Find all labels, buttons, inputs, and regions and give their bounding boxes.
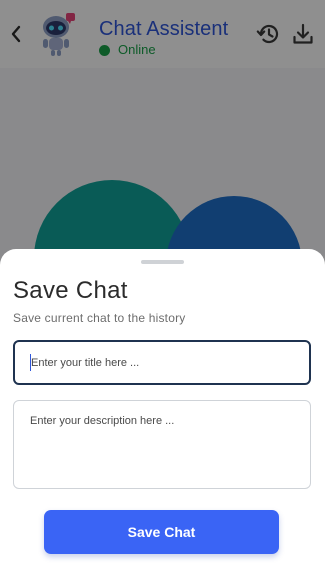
chat-description-input[interactable]: [13, 400, 311, 489]
sheet-subtitle: Save current chat to the history: [13, 311, 186, 325]
sheet-drag-handle[interactable]: [141, 260, 184, 264]
chat-screen: Chat Assistent Online Save Chat Save cur…: [0, 0, 325, 580]
text-caret: [30, 354, 31, 371]
save-chat-sheet: Save Chat Save current chat to the histo…: [0, 249, 325, 580]
sheet-title: Save Chat: [13, 277, 128, 304]
save-chat-button[interactable]: Save Chat: [44, 510, 279, 554]
chat-title-input[interactable]: [13, 340, 311, 385]
